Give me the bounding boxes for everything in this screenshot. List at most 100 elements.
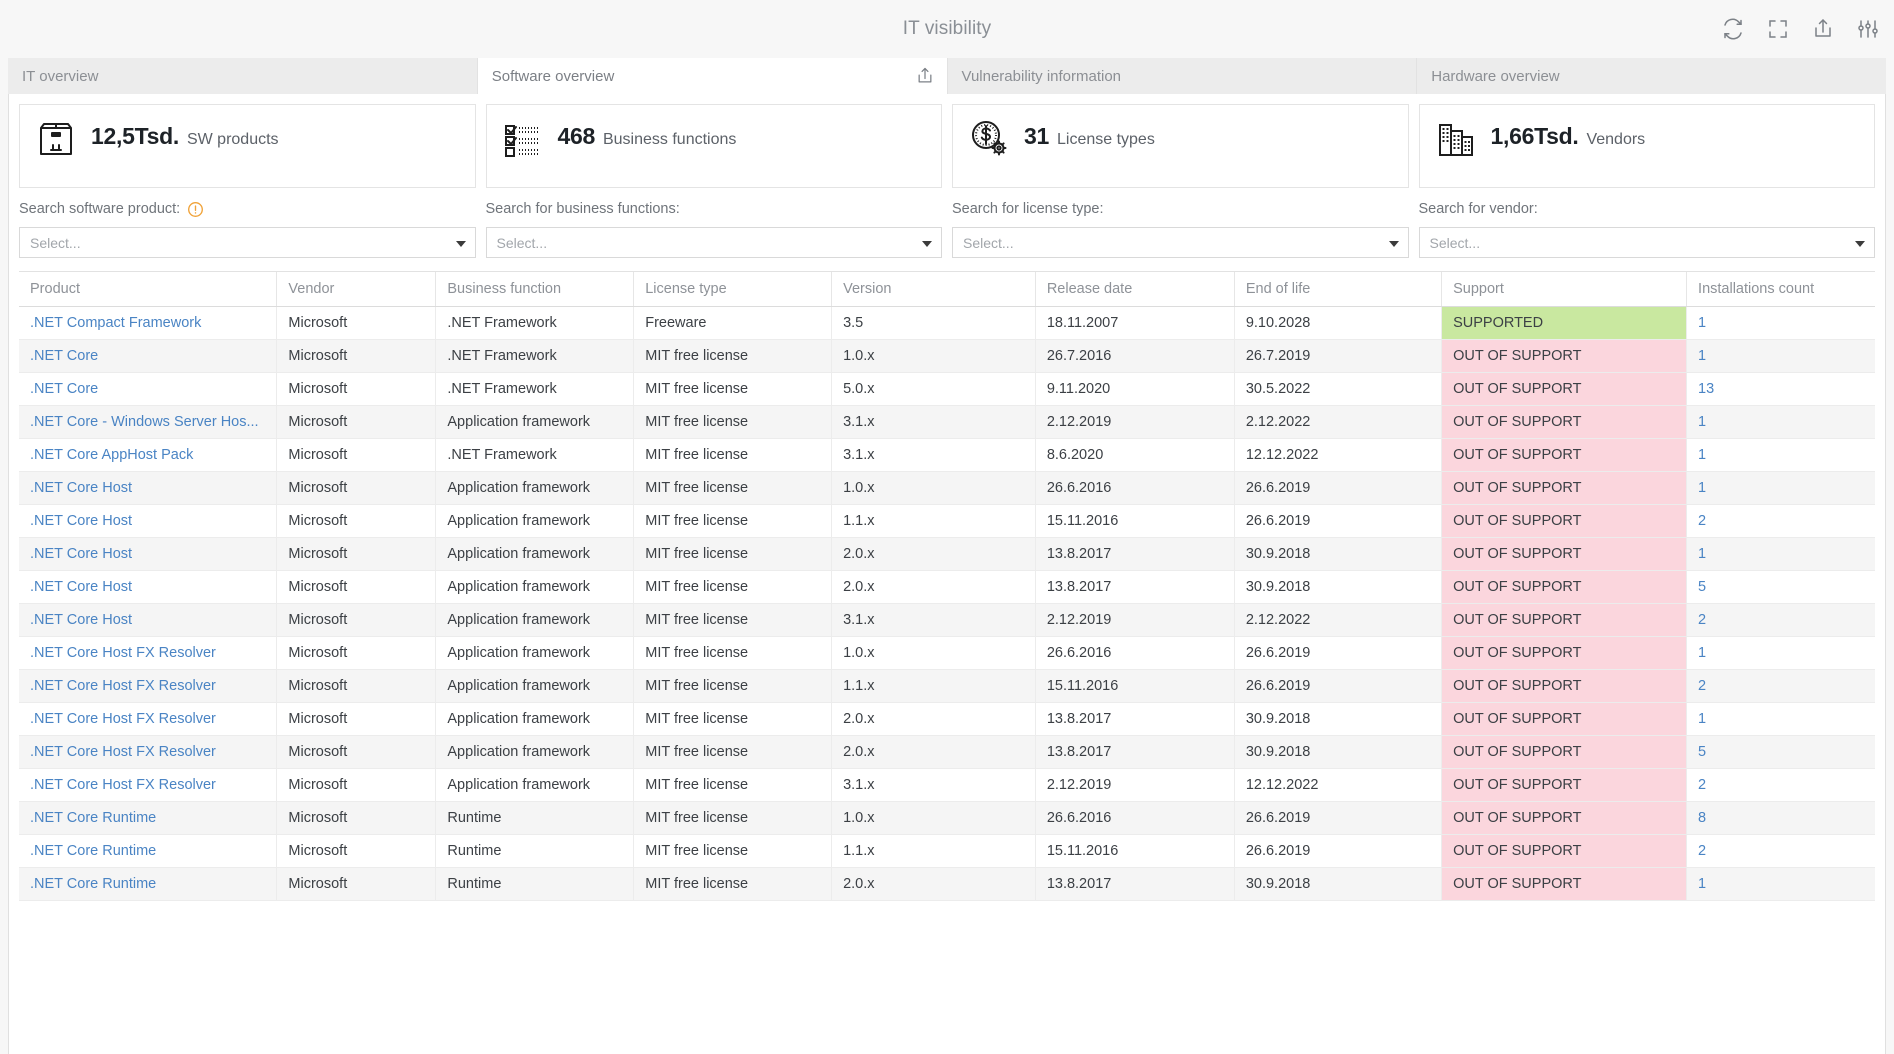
search-software-product-select[interactable]: Select... <box>19 227 476 258</box>
installations-count-cell[interactable]: 13 <box>1687 373 1875 406</box>
table-row[interactable]: .NET Core Host FX ResolverMicrosoftAppli… <box>19 769 1875 802</box>
search-business-functions-select[interactable]: Select... <box>486 227 943 258</box>
product-cell[interactable]: .NET Core Host <box>19 472 277 505</box>
business-function-cell: .NET Framework <box>436 373 634 406</box>
refresh-icon[interactable] <box>1721 17 1745 41</box>
product-cell[interactable]: .NET Core Host FX Resolver <box>19 703 277 736</box>
column-header-business-function[interactable]: Business function <box>436 272 634 307</box>
column-header-end-of-life[interactable]: End of life <box>1234 272 1441 307</box>
table-row[interactable]: .NET CoreMicrosoft.NET FrameworkMIT free… <box>19 373 1875 406</box>
table-row[interactable]: .NET Core RuntimeMicrosoftRuntimeMIT fre… <box>19 868 1875 901</box>
tab-it-overview[interactable]: IT overview <box>8 58 478 94</box>
installations-count-cell[interactable]: 2 <box>1687 670 1875 703</box>
table-row[interactable]: .NET Compact FrameworkMicrosoft.NET Fram… <box>19 307 1875 340</box>
table-row[interactable]: .NET Core HostMicrosoftApplication frame… <box>19 505 1875 538</box>
installations-count-cell[interactable]: 2 <box>1687 835 1875 868</box>
table-row[interactable]: .NET Core Host FX ResolverMicrosoftAppli… <box>19 670 1875 703</box>
kpi-card-sw-products[interactable]: 12,5Tsd. SW products <box>19 104 476 188</box>
kpi-card-vendors[interactable]: 1,66Tsd. Vendors <box>1419 104 1876 188</box>
installations-count-cell[interactable]: 1 <box>1687 538 1875 571</box>
product-cell[interactable]: .NET Core Host <box>19 604 277 637</box>
installations-count-cell[interactable]: 1 <box>1687 703 1875 736</box>
tab-vulnerability-information[interactable]: Vulnerability information <box>948 58 1418 94</box>
column-header-license-type[interactable]: License type <box>634 272 832 307</box>
table-row[interactable]: .NET Core AppHost PackMicrosoft.NET Fram… <box>19 439 1875 472</box>
tab-software-overview[interactable]: Software overview <box>478 58 948 94</box>
vendor-cell: Microsoft <box>277 505 436 538</box>
column-header-vendor[interactable]: Vendor <box>277 272 436 307</box>
installations-count-cell[interactable]: 5 <box>1687 736 1875 769</box>
installations-count-cell[interactable]: 2 <box>1687 604 1875 637</box>
kpi-label: Business functions <box>603 131 736 149</box>
product-cell[interactable]: .NET Core Host <box>19 538 277 571</box>
installations-count-cell[interactable]: 1 <box>1687 340 1875 373</box>
export-icon[interactable] <box>1811 17 1835 41</box>
table-row[interactable]: .NET Core HostMicrosoftApplication frame… <box>19 604 1875 637</box>
table-row[interactable]: .NET Core Host FX ResolverMicrosoftAppli… <box>19 736 1875 769</box>
version-cell: 3.5 <box>832 307 1036 340</box>
table-row[interactable]: .NET Core RuntimeMicrosoftRuntimeMIT fre… <box>19 835 1875 868</box>
column-header-product[interactable]: Product <box>19 272 277 307</box>
installations-count-cell[interactable]: 8 <box>1687 802 1875 835</box>
product-cell[interactable]: .NET Core <box>19 373 277 406</box>
vendor-cell: Microsoft <box>277 802 436 835</box>
product-cell[interactable]: .NET Core Host <box>19 571 277 604</box>
kpi-label: SW products <box>187 131 279 149</box>
table-row[interactable]: .NET Core HostMicrosoftApplication frame… <box>19 538 1875 571</box>
version-cell: 1.1.x <box>832 670 1036 703</box>
product-cell[interactable]: .NET Core AppHost Pack <box>19 439 277 472</box>
tab-export-icon[interactable] <box>915 66 935 86</box>
column-header-version[interactable]: Version <box>832 272 1036 307</box>
installations-count-cell[interactable]: 5 <box>1687 571 1875 604</box>
table-row[interactable]: .NET Core - Windows Server Hos...Microso… <box>19 406 1875 439</box>
business-function-cell: .NET Framework <box>436 307 634 340</box>
table-row[interactable]: .NET CoreMicrosoft.NET FrameworkMIT free… <box>19 340 1875 373</box>
table-row[interactable]: .NET Core Host FX ResolverMicrosoftAppli… <box>19 703 1875 736</box>
kpi-card-business-functions[interactable]: 468 Business functions <box>486 104 943 188</box>
product-cell[interactable]: .NET Core Host FX Resolver <box>19 670 277 703</box>
column-header-release-date[interactable]: Release date <box>1035 272 1234 307</box>
kpi-card-license-types[interactable]: 31 License types <box>952 104 1409 188</box>
product-cell[interactable]: .NET Core Host FX Resolver <box>19 769 277 802</box>
product-cell[interactable]: .NET Core Runtime <box>19 802 277 835</box>
search-vendor-select[interactable]: Select... <box>1419 227 1876 258</box>
warning-icon[interactable] <box>187 201 204 218</box>
vendor-cell: Microsoft <box>277 340 436 373</box>
filter-label: Search for vendor: <box>1419 201 1538 217</box>
installations-count-cell[interactable]: 1 <box>1687 868 1875 901</box>
search-license-type-select[interactable]: Select... <box>952 227 1409 258</box>
installations-count-cell[interactable]: 1 <box>1687 406 1875 439</box>
table-row[interactable]: .NET Core Host FX ResolverMicrosoftAppli… <box>19 637 1875 670</box>
table-row[interactable]: .NET Core HostMicrosoftApplication frame… <box>19 571 1875 604</box>
installations-count-cell[interactable]: 1 <box>1687 439 1875 472</box>
installations-count-cell[interactable]: 1 <box>1687 472 1875 505</box>
product-cell[interactable]: .NET Core Host FX Resolver <box>19 736 277 769</box>
tab-hardware-overview[interactable]: Hardware overview <box>1417 58 1886 94</box>
product-cell[interactable]: .NET Core Runtime <box>19 868 277 901</box>
release-date-cell: 2.12.2019 <box>1035 769 1234 802</box>
table-row[interactable]: .NET Core RuntimeMicrosoftRuntimeMIT fre… <box>19 802 1875 835</box>
product-cell[interactable]: .NET Core Host FX Resolver <box>19 637 277 670</box>
product-cell[interactable]: .NET Core Runtime <box>19 835 277 868</box>
software-table-container[interactable]: Product Vendor Business function License… <box>19 271 1875 1054</box>
end-of-life-cell: 26.6.2019 <box>1234 505 1441 538</box>
release-date-cell: 13.8.2017 <box>1035 868 1234 901</box>
end-of-life-cell: 26.6.2019 <box>1234 670 1441 703</box>
product-cell[interactable]: .NET Core Host <box>19 505 277 538</box>
column-header-support[interactable]: Support <box>1442 272 1687 307</box>
support-status-cell: OUT OF SUPPORT <box>1442 439 1687 472</box>
end-of-life-cell: 2.12.2022 <box>1234 406 1441 439</box>
product-cell[interactable]: .NET Core <box>19 340 277 373</box>
fullscreen-icon[interactable] <box>1766 17 1790 41</box>
product-cell[interactable]: .NET Core - Windows Server Hos... <box>19 406 277 439</box>
product-cell[interactable]: .NET Compact Framework <box>19 307 277 340</box>
version-cell: 2.0.x <box>832 736 1036 769</box>
installations-count-cell[interactable]: 1 <box>1687 637 1875 670</box>
table-row[interactable]: .NET Core HostMicrosoftApplication frame… <box>19 472 1875 505</box>
settings-sliders-icon[interactable] <box>1856 17 1880 41</box>
installations-count-cell[interactable]: 2 <box>1687 505 1875 538</box>
column-header-installations-count[interactable]: Installations count <box>1687 272 1875 307</box>
installations-count-cell[interactable]: 1 <box>1687 307 1875 340</box>
version-cell: 3.1.x <box>832 604 1036 637</box>
installations-count-cell[interactable]: 2 <box>1687 769 1875 802</box>
